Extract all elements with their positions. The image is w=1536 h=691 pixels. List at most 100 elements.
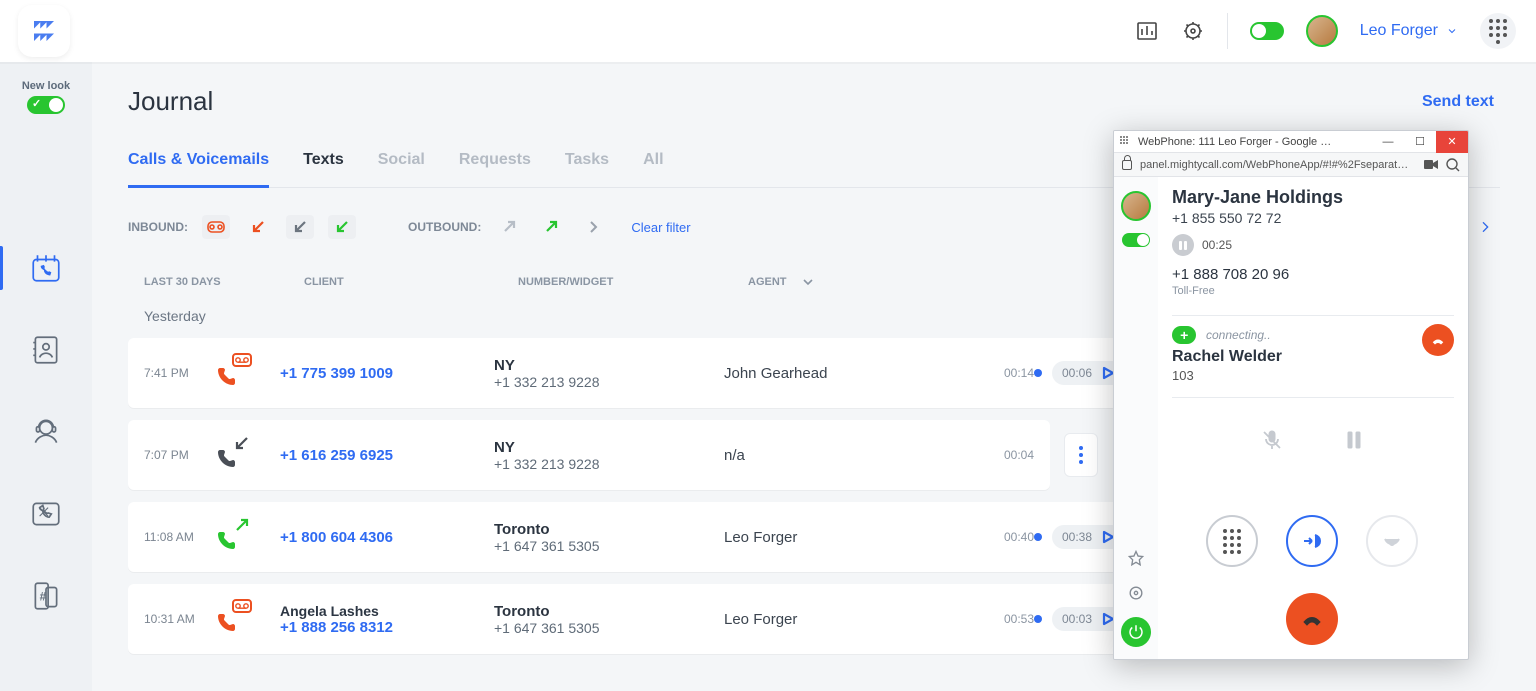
filter-inbound-missed[interactable] (244, 215, 272, 239)
nav-numbers[interactable]: # (24, 574, 68, 618)
mute-icon[interactable] (1260, 428, 1284, 452)
webphone-avatar[interactable] (1121, 191, 1151, 221)
zoom-icon[interactable] (1446, 158, 1460, 172)
transfer-name: Rachel Welder (1172, 348, 1454, 366)
tab-social[interactable]: Social (378, 151, 425, 187)
row-client[interactable]: Angela Lashes+1 888 256 8312 (280, 603, 494, 636)
star-icon[interactable] (1126, 549, 1146, 569)
svg-text:#: # (40, 590, 47, 603)
via-label: Toll-Free (1172, 285, 1454, 297)
chevron-down-icon (802, 276, 814, 288)
nav-call-flows[interactable] (24, 492, 68, 536)
row-time: 7:41 PM (144, 366, 214, 380)
dialpad-button[interactable] (1480, 13, 1516, 49)
row-client[interactable]: +1 616 259 6925 (280, 447, 494, 464)
webphone-window: WebPhone: 111 Leo Forger - Google Chrome… (1113, 130, 1469, 660)
filter-outbound-green[interactable] (537, 215, 565, 239)
row-agent: John Gearhead (724, 365, 954, 382)
row-agent: Leo Forger (724, 529, 954, 546)
row-number: Toronto+1 647 361 5305 (494, 521, 724, 554)
new-look-label: New look (22, 80, 70, 92)
call-type-icon (214, 599, 254, 639)
col-number[interactable]: NUMBER/WIDGET (518, 276, 748, 288)
row-duration: 00:40 (954, 530, 1034, 544)
webphone-status-toggle[interactable] (1122, 233, 1150, 247)
send-text-button[interactable]: Send text (1416, 92, 1500, 112)
row-duration: 00:53 (954, 612, 1034, 626)
power-button[interactable] (1121, 617, 1151, 647)
page-title: Journal (128, 86, 213, 117)
recording-indicator (1034, 533, 1042, 541)
nav-contacts[interactable] (24, 328, 68, 372)
inbound-label: INBOUND: (128, 220, 188, 234)
user-name-label: Leo Forger (1360, 22, 1438, 40)
call-timer: 00:25 (1202, 238, 1232, 252)
filter-more[interactable] (579, 215, 607, 239)
tab-texts[interactable]: Texts (303, 151, 344, 187)
row-client[interactable]: +1 775 399 1009 (280, 365, 494, 382)
chevron-down-icon (1446, 25, 1458, 37)
row-client[interactable]: +1 800 604 4306 (280, 529, 494, 546)
caller-name: Mary-Jane Holdings (1172, 187, 1454, 208)
dialpad-circle-button[interactable] (1206, 515, 1258, 567)
window-close[interactable]: ✕ (1436, 131, 1468, 153)
availability-toggle[interactable] (1250, 22, 1284, 40)
window-minimize[interactable]: — (1372, 131, 1404, 153)
row-agent: n/a (724, 447, 954, 464)
filter-outbound-grey[interactable] (495, 215, 523, 239)
camera-icon[interactable] (1424, 159, 1438, 170)
row-menu-button[interactable] (1064, 433, 1098, 477)
outbound-label: OUTBOUND: (408, 220, 481, 234)
recording-indicator (1034, 615, 1042, 623)
call-row[interactable]: 11:08 AM +1 800 604 4306 Toronto+1 647 3… (128, 502, 1140, 572)
row-agent: Leo Forger (724, 611, 954, 628)
filter-voicemail[interactable] (202, 215, 230, 239)
hold-button[interactable] (1172, 234, 1194, 256)
transfer-ext: 103 (1172, 368, 1454, 383)
settings-gear-icon[interactable] (1181, 19, 1205, 43)
gear-icon[interactable] (1126, 583, 1146, 603)
user-avatar[interactable] (1306, 15, 1338, 47)
hold-bars-icon[interactable] (1342, 428, 1366, 452)
app-logo[interactable] (18, 5, 70, 57)
row-time: 11:08 AM (144, 530, 214, 544)
col-date[interactable]: LAST 30 DAYS (144, 276, 304, 288)
tab-tasks[interactable]: Tasks (565, 151, 609, 187)
hangup-circle-button[interactable] (1286, 593, 1338, 645)
cancel-transfer-button[interactable] (1422, 324, 1454, 356)
popup-titlebar[interactable]: WebPhone: 111 Leo Forger - Google Chrome… (1114, 131, 1468, 153)
clear-filter-link[interactable]: Clear filter (631, 220, 690, 235)
col-client[interactable]: CLIENT (304, 276, 518, 288)
call-row[interactable]: 7:07 PM +1 616 259 6925 NY+1 332 213 922… (128, 420, 1050, 490)
recording-indicator (1034, 369, 1042, 377)
row-time: 7:07 PM (144, 448, 214, 462)
analytics-icon[interactable] (1135, 19, 1159, 43)
via-number: +1 888 708 20 96 (1172, 266, 1454, 283)
row-duration: 00:14 (954, 366, 1034, 380)
filter-inbound-ok[interactable] (328, 215, 356, 239)
popup-url: panel.mightycall.com/WebPhoneApp/#!#%2Fs… (1140, 159, 1416, 171)
transfer-circle-button[interactable] (1286, 515, 1338, 567)
filter-inbound-answered[interactable] (286, 215, 314, 239)
connecting-label: connecting.. (1206, 328, 1271, 342)
tab-calls[interactable]: Calls & Voicemails (128, 151, 269, 188)
row-duration: 00:04 (954, 448, 1034, 462)
call-row[interactable]: 10:31 AM Angela Lashes+1 888 256 8312 To… (128, 584, 1140, 654)
call-type-icon (214, 517, 254, 557)
row-number: NY+1 332 213 9228 (494, 439, 724, 472)
row-number: Toronto+1 647 361 5305 (494, 603, 724, 636)
new-look-toggle[interactable]: New look (22, 80, 70, 114)
call-row[interactable]: 7:41 PM +1 775 399 1009 NY+1 332 213 922… (128, 338, 1140, 408)
nav-agents[interactable] (24, 410, 68, 454)
window-maximize[interactable]: ☐ (1404, 131, 1436, 153)
page-next[interactable] (1470, 212, 1500, 242)
nav-journal[interactable] (24, 246, 68, 290)
voicemail-circle-button[interactable] (1366, 515, 1418, 567)
call-type-icon (214, 435, 254, 475)
add-participant-button[interactable]: + (1172, 326, 1196, 344)
tab-all[interactable]: All (643, 151, 663, 187)
tab-requests[interactable]: Requests (459, 151, 531, 187)
popup-title: WebPhone: 111 Leo Forger - Google Chrome (1138, 136, 1338, 148)
col-agent[interactable]: AGENT (748, 276, 978, 288)
user-menu[interactable]: Leo Forger (1360, 22, 1458, 40)
